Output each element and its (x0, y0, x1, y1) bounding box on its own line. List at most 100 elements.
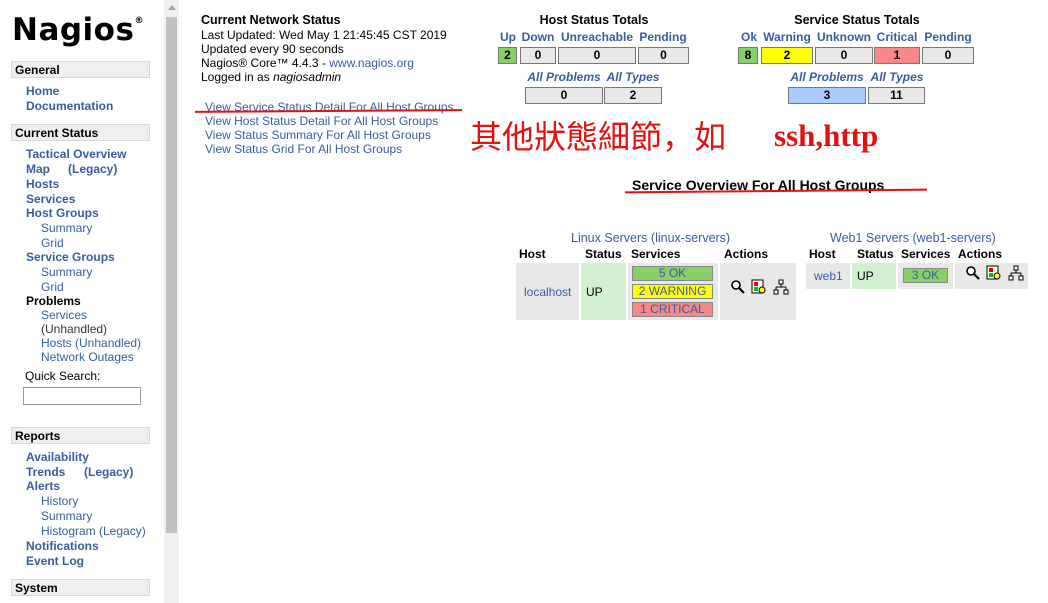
host-all-types-count[interactable]: 2 (604, 87, 662, 104)
nav-map-legacy[interactable]: (Legacy) (68, 162, 117, 176)
nav-problem-unhandled[interactable]: (Unhandled) (41, 322, 107, 336)
status-map-icon[interactable] (773, 279, 789, 295)
username: nagiosadmin (273, 70, 342, 84)
sidebar-scrollbar[interactable] (164, 0, 179, 603)
service-critical-badge[interactable]: 1 CRITICAL (632, 302, 713, 317)
nav-documentation[interactable]: Documentation (26, 99, 113, 113)
svc-head-warning[interactable]: Warning (761, 30, 813, 44)
svc-head-all-problems[interactable]: All Problems (788, 70, 866, 84)
nav-problems-label: Problems (26, 294, 81, 308)
nav-notifications[interactable]: Notifications (26, 539, 99, 553)
sidebar: Nagios® General Home Documentation Curre… (0, 0, 164, 603)
nav-tactical-overview[interactable]: Tactical Overview (26, 147, 127, 161)
col-status: Status (585, 247, 622, 261)
col-services: Services (631, 247, 681, 261)
nav-hostgroup-grid[interactable]: Grid (41, 236, 64, 250)
nav-service-groups[interactable]: Service Groups (26, 250, 115, 264)
link-status-summary[interactable]: View Status Summary For All Host Groups (205, 128, 431, 142)
service-warning-badge[interactable]: 2 WARNING (632, 284, 713, 299)
hostgroup-title-linux[interactable]: Linux Servers (linux-servers) (571, 231, 730, 245)
host-head-all-problems[interactable]: All Problems (525, 70, 603, 84)
scroll-thumb[interactable] (166, 17, 177, 533)
nav-alert-summary[interactable]: Summary (41, 509, 92, 523)
hostgroup-alias[interactable]: (linux-servers) (651, 231, 730, 245)
svc-problems-count[interactable]: 3 (788, 87, 866, 104)
svc-head-all-types[interactable]: All Types (868, 70, 926, 84)
quick-search-input[interactable] (23, 387, 141, 405)
nav-host-groups[interactable]: Host Groups (26, 206, 99, 220)
section-current-status: Current Status (11, 124, 150, 141)
host-head-all-types[interactable]: All Types (604, 70, 662, 84)
svc-head-unknown[interactable]: Unknown (815, 30, 873, 44)
host-head-unreachable[interactable]: Unreachable (558, 30, 636, 44)
host-head-pending[interactable]: Pending (637, 30, 689, 44)
hostgroup-title-web1[interactable]: Web1 Servers (web1-servers) (830, 231, 996, 245)
svc-critical-count[interactable]: 1 (874, 47, 920, 64)
host-down-count[interactable]: 0 (520, 47, 556, 64)
nav-alert-history[interactable]: History (41, 494, 78, 508)
scroll-up-arrow-icon[interactable] (168, 5, 176, 10)
nav-hostgroup-summary[interactable]: Summary (41, 221, 92, 235)
svc-head-ok[interactable]: Ok (738, 30, 760, 44)
link-status-grid[interactable]: View Status Grid For All Host Groups (205, 142, 402, 156)
nav-problem-hosts[interactable]: Hosts (Unhandled) (41, 336, 141, 350)
hostgroup-name[interactable]: Web1 Servers (830, 231, 909, 245)
host-link-localhost[interactable]: localhost (524, 285, 571, 299)
col-status: Status (857, 247, 894, 261)
last-updated: Last Updated: Wed May 1 21:45:45 CST 201… (201, 28, 447, 42)
svc-unknown-count[interactable]: 0 (815, 47, 873, 64)
nav-map[interactable]: Map (26, 162, 50, 176)
nav-hosts[interactable]: Hosts (26, 177, 59, 191)
host-totals-title: Host Status Totals (539, 13, 649, 27)
section-general: General (11, 61, 150, 78)
nav-services[interactable]: Services (26, 192, 75, 206)
svc-head-critical[interactable]: Critical (874, 30, 920, 44)
magnifier-icon[interactable] (965, 265, 981, 281)
hostgroup-alias[interactable]: (web1-servers) (912, 231, 995, 245)
nav-alerts[interactable]: Alerts (26, 479, 60, 493)
host-unreachable-count[interactable]: 0 (558, 47, 636, 64)
nav-home[interactable]: Home (26, 84, 59, 98)
logged-in: Logged in as nagiosadmin (201, 70, 341, 84)
col-actions: Actions (724, 247, 769, 261)
section-reports: Reports (11, 427, 150, 444)
host-link-web1[interactable]: web1 (814, 269, 843, 283)
hostgroup-name[interactable]: Linux Servers (571, 231, 647, 245)
nav-problem-services[interactable]: Services (41, 308, 87, 322)
svc-head-pending[interactable]: Pending (921, 30, 975, 44)
nav-alert-histogram[interactable]: Histogram (Legacy) (41, 524, 146, 538)
service-ok-badge[interactable]: 5 OK (632, 266, 713, 281)
nav-trends[interactable]: Trends (26, 465, 65, 479)
nagios-logo[interactable]: Nagios® (12, 12, 144, 48)
nav-servicegroup-grid[interactable]: Grid (41, 280, 64, 294)
svc-ok-count[interactable]: 8 (738, 47, 758, 64)
svc-all-types-count[interactable]: 11 (868, 87, 925, 104)
update-interval: Updated every 90 seconds (201, 42, 344, 56)
section-system: System (11, 579, 150, 596)
nav-availability[interactable]: Availability (26, 450, 89, 464)
status-map-icon[interactable] (1008, 265, 1024, 281)
magnifier-icon[interactable] (730, 279, 746, 295)
svc-pending-count[interactable]: 0 (922, 47, 974, 64)
nav-event-log[interactable]: Event Log (26, 554, 84, 568)
host-problems-count[interactable]: 0 (525, 87, 603, 104)
host-status-up: UP (586, 285, 603, 299)
svc-warning-count[interactable]: 2 (761, 47, 813, 64)
link-host-detail[interactable]: View Host Status Detail For All Host Gro… (205, 114, 438, 128)
host-pending-count[interactable]: 0 (638, 47, 689, 64)
host-detail-icon[interactable] (986, 265, 1002, 281)
nav-servicegroup-summary[interactable]: Summary (41, 265, 92, 279)
logo-text: Nagios (12, 12, 135, 48)
host-head-up[interactable]: Up (497, 30, 519, 44)
col-services: Services (901, 247, 951, 261)
host-up-count[interactable]: 2 (498, 47, 517, 64)
core-version-text: Nagios® Core™ 4.4.3 - (201, 56, 330, 70)
host-head-down[interactable]: Down (520, 30, 556, 44)
annotation-english: ssh,http (774, 118, 879, 153)
logged-in-text: Logged in as (201, 70, 274, 84)
nav-network-outages[interactable]: Network Outages (41, 350, 134, 364)
nav-trends-legacy[interactable]: (Legacy) (84, 465, 133, 479)
host-detail-icon[interactable] (751, 279, 767, 295)
service-ok-badge[interactable]: 3 OK (903, 268, 948, 283)
nagios-site-link[interactable]: www.nagios.org (329, 56, 414, 70)
